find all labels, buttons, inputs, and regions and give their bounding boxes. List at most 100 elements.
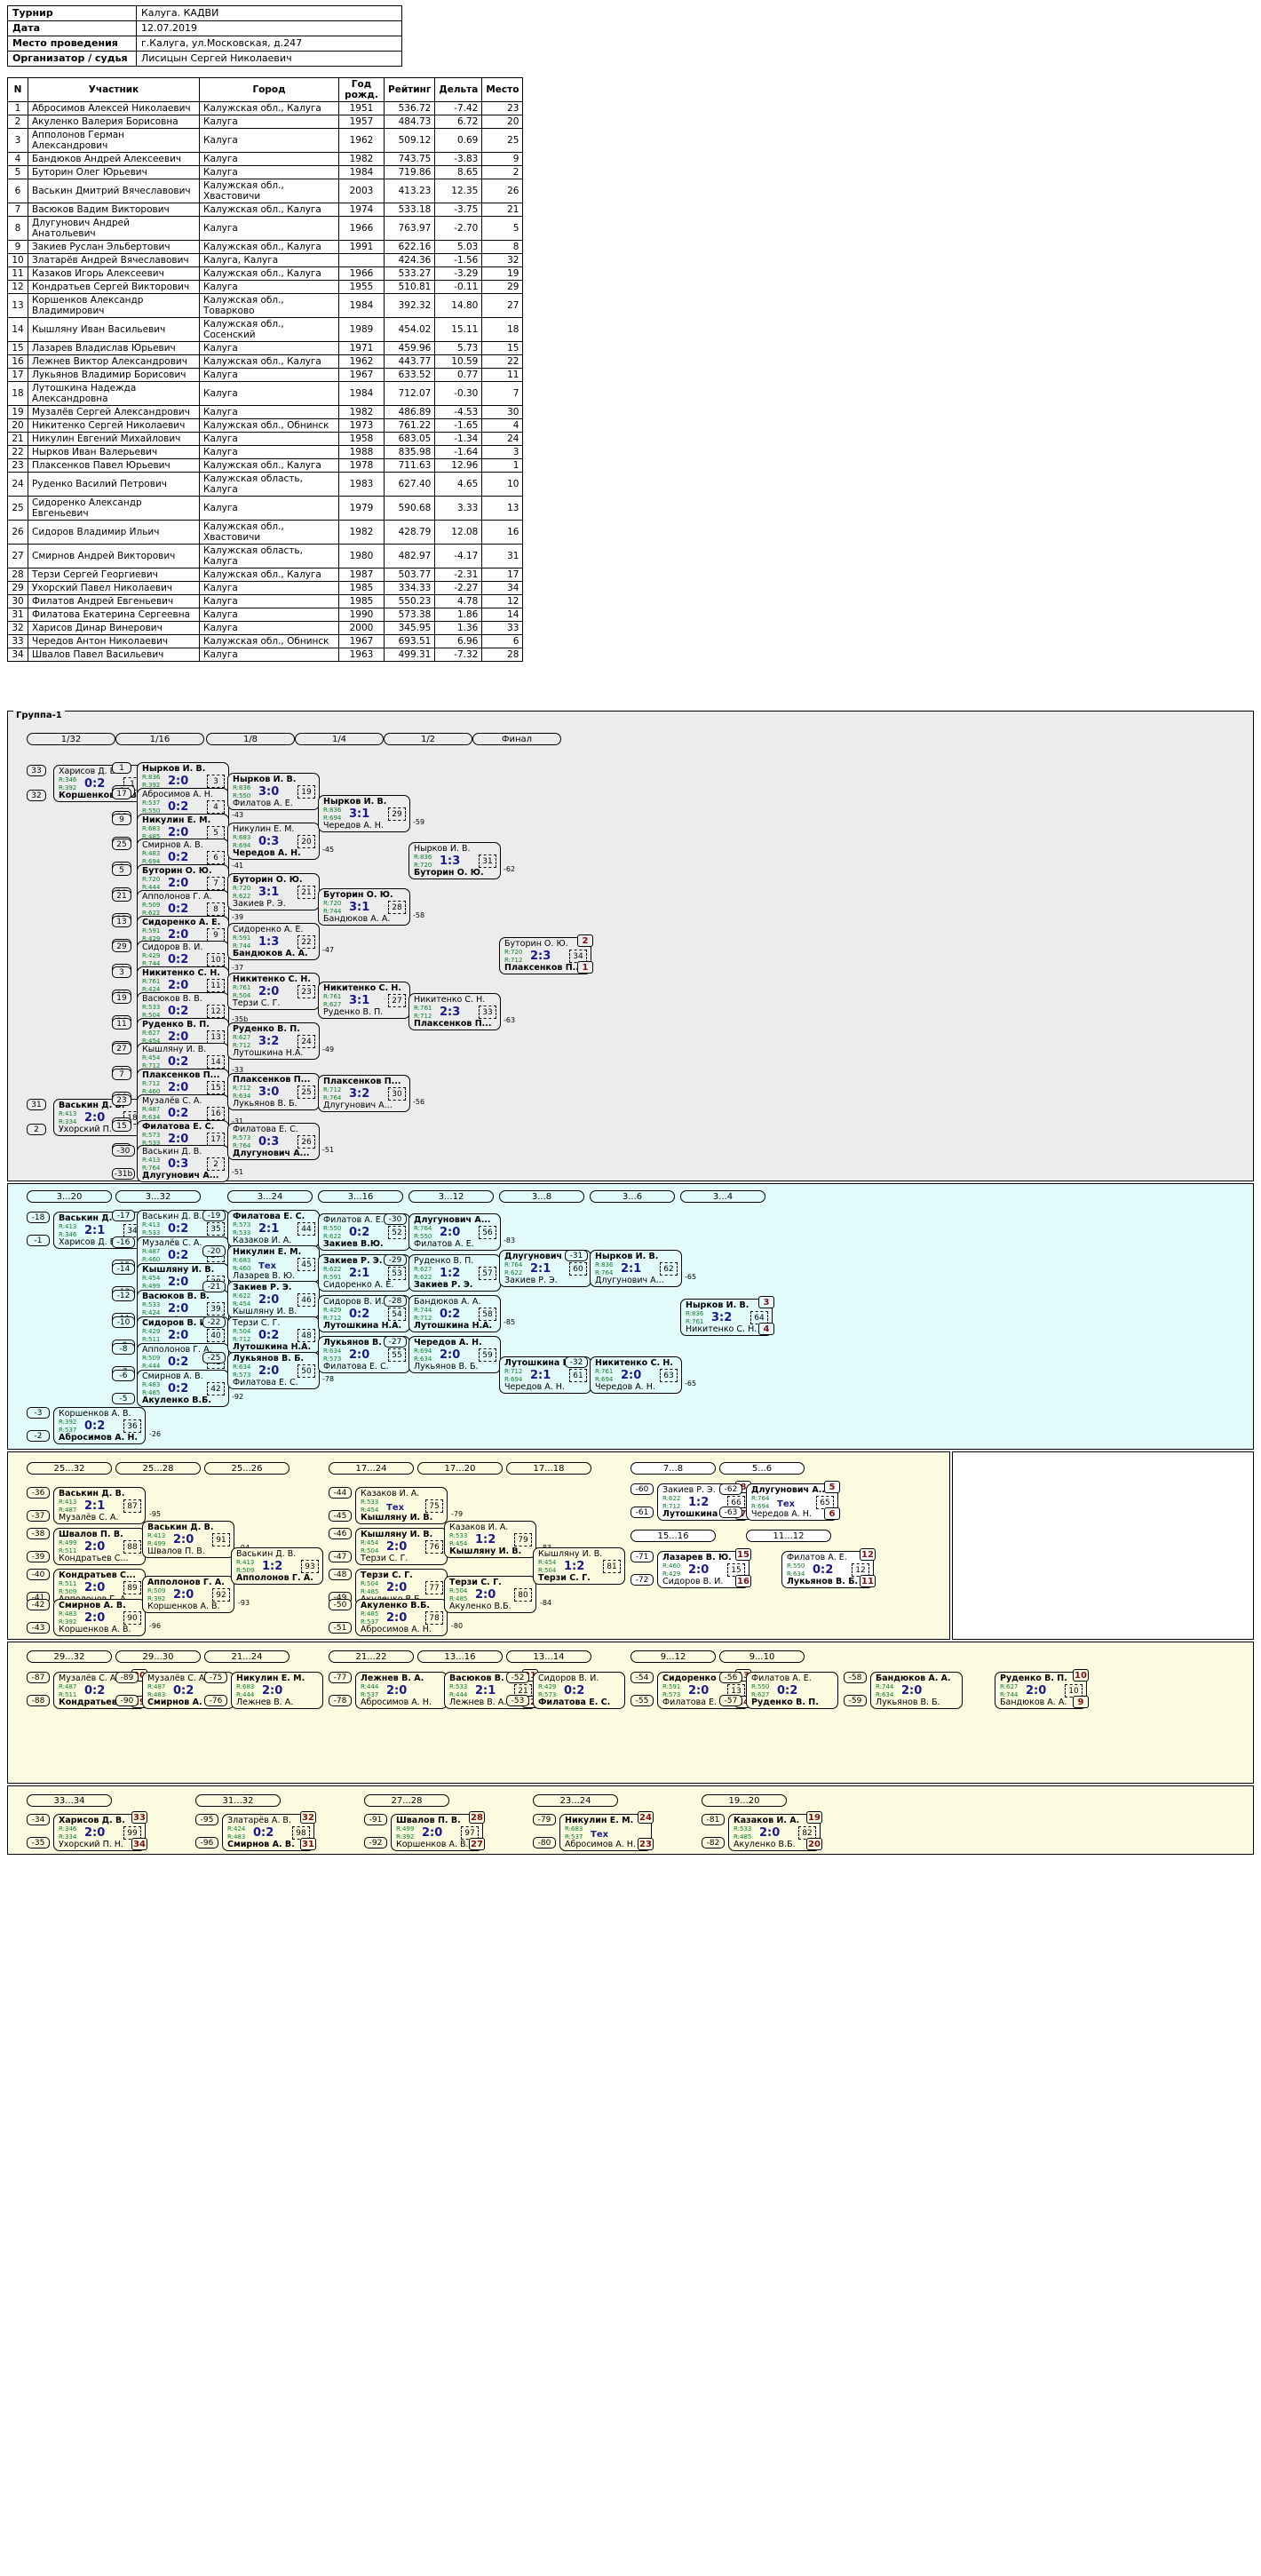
match-card[interactable]: Никулин Е. М. Лазарев В. Ю. R:683 R:460 Тех 4… — [227, 1245, 320, 1283]
match-card[interactable]: Нырков И. В. Буторин О. Ю. R:836 R:720 1:3 31 — [408, 842, 501, 879]
match-card[interactable]: Никитенко С. Н. Чередов А. Н. R:761 R:694 2:… — [590, 1356, 682, 1394]
rating-bottom: R:694 — [323, 815, 342, 822]
match-card[interactable]: Сидоренко А. Е. Бандюков А. А. R:591 R:744 1… — [227, 923, 320, 960]
cell-pl: 15 — [481, 341, 524, 355]
match-card[interactable]: Кышляну И. В. Терзи С. Г. R:454 R:504 2:0 76 — [355, 1528, 448, 1565]
match-card[interactable]: Терзи С. Г. Акуленко В.Б. R:504 R:485 2:0 80 — [444, 1576, 536, 1613]
cell-ct: Калуга — [199, 594, 339, 608]
match-card[interactable]: Апполонов Г. А. Коршенков А. В. R:509 R:392… — [142, 1576, 234, 1613]
seed-box: 15 — [112, 1120, 131, 1132]
match-card[interactable]: Буторин О. Ю. Закиев Р. Э. R:720 R:622 3:1 21 — [227, 873, 320, 910]
match-card[interactable]: Бандюков А. А. Лукьянов В. Б. R:744 R:634 2:… — [870, 1672, 963, 1709]
match-card[interactable]: Никитенко С. Н. Руденко В. П. R:761 R:627 3:… — [318, 982, 410, 1019]
match-card[interactable]: Никулин Е. М. Лежнев В. А. R:683 R:444 2:0 — [231, 1672, 323, 1709]
match-card[interactable]: Никулин Е. М. Чередов А. Н. R:683 R:694 0:3 2… — [227, 823, 320, 860]
match-id: 57 — [479, 1267, 496, 1280]
match-card[interactable]: Чередов А. Н. Лукьянов В. Б. R:694 R:634 2:0… — [408, 1336, 501, 1373]
match-card[interactable]: Филатова Е. С. Длугунович А... R:573 R:764 0… — [227, 1123, 320, 1160]
match-card[interactable]: Филатов А. Е. Руденко В. П. R:550 R:627 0:2 — [746, 1672, 838, 1709]
match-score: Тех — [591, 1830, 609, 1840]
match-card[interactable]: Акуленко В.Б. Абросимов А. Н. R:485 R:537 2:… — [355, 1599, 448, 1636]
match-card[interactable]: Нырков И. В. Длугунович А... R:836 R:764 2:1… — [590, 1250, 682, 1287]
rating-top: R:764 — [504, 1261, 523, 1268]
rating-bottom: R:622 — [414, 1274, 432, 1281]
rating-top: R:533 — [449, 1683, 468, 1690]
rating-bottom: R:504 — [538, 1567, 557, 1574]
match-card[interactable]: Васькин Д. В. Швалов П. В. R:413 R:499 2:0 91 — [142, 1521, 234, 1558]
cell-ct: Калуга — [199, 405, 339, 419]
seed-box: -60 — [630, 1483, 654, 1495]
info-row: Организатор / судья Лисицын Сергей Никол… — [7, 51, 402, 67]
match-id: 78 — [425, 1611, 443, 1625]
cell-dl: 4.65 — [434, 472, 483, 497]
cell-dl: 12.08 — [434, 520, 483, 545]
match-card[interactable]: Плаксенков П... Длугунович А... R:712 R:764… — [318, 1075, 410, 1112]
match-card[interactable]: Лукьянов В. Б. Филатова Е. С. R:634 R:573 2:… — [227, 1352, 320, 1389]
match-card[interactable]: Смирнов А. В. Коршенков А. В. R:483 R:392 2:… — [53, 1599, 146, 1636]
match-card[interactable]: Лежнев В. А. Абросимов А. Н. R:444 R:537 2:0 — [355, 1672, 448, 1709]
match-card[interactable]: Казаков И. А. Кышляну И. В. R:533 R:454 1:2 7… — [444, 1521, 536, 1558]
match-card[interactable]: Нырков И. В. Филатов А. Е. R:836 R:550 3:0 19 — [227, 773, 320, 810]
match-card[interactable]: Смирнов А. В. Акуленко В.Б. R:483 R:485 0:2 4… — [137, 1370, 229, 1407]
match-id: 89 — [123, 1581, 141, 1594]
match-player-bottom: Руденко В. П. — [323, 1007, 384, 1017]
cell-pl: 11 — [481, 368, 524, 382]
cell-pl: 16 — [481, 520, 524, 545]
match-card[interactable]: Васькин Д. В. Музалёв С. А. R:413 R:487 2:1 8… — [53, 1487, 146, 1524]
place-badge: 1 — [577, 961, 593, 974]
match-id: 44 — [297, 1222, 315, 1236]
match-player-top: Никулин Е. М. — [565, 1816, 634, 1825]
rating-bottom: R:634 — [233, 1093, 251, 1100]
match-score: 3:0 — [258, 785, 280, 799]
match-card[interactable]: Закиев Р. Э. Кышляну И. В. R:622 R:454 2:0 46 — [227, 1281, 320, 1318]
match-card[interactable]: Коршенков А. В. Абросимов А. Н. R:392 R:537… — [53, 1407, 146, 1444]
seed-box: -27 — [384, 1336, 407, 1348]
match-link-number: -84 — [540, 1599, 552, 1607]
table-row: 19 Музалёв Сергей Александрович Калуга 1982… — [7, 405, 524, 419]
match-card[interactable]: Терзи С. Г. Лутошкина Н.А. R:504 R:712 0:2 48 — [227, 1316, 320, 1354]
match-card[interactable]: Швалов П. В. Кондратьев С... R:499 R:511 2:0… — [53, 1528, 146, 1565]
match-card[interactable]: Васькин Д. В. Апполонов Г. А. R:413 R:509 1:… — [231, 1547, 323, 1585]
match-card[interactable]: Длугунович А... Филатов А. Е. R:764 R:550 2:… — [408, 1213, 501, 1251]
place-badge: 16 — [735, 1575, 751, 1587]
place-badge: 33 — [131, 1811, 147, 1824]
match-link-number: -96 — [149, 1622, 162, 1630]
match-player-top: Харисов Д. В. — [59, 767, 119, 776]
cell-nm: Кондратьев Сергей Викторович — [28, 280, 200, 294]
seed-box: -28 — [384, 1295, 407, 1307]
match-player-top: Терзи С. Г. — [449, 1578, 502, 1587]
match-player-bottom: Чередов А. Н. — [504, 1382, 565, 1392]
match-card[interactable]: Нырков И. В. Чередов А. Н. R:836 R:694 3:1 29 — [318, 795, 410, 832]
match-score: 1:3 — [440, 855, 461, 868]
match-card[interactable]: Никитенко С. Н. Терзи С. Г. R:761 R:504 2:0 2… — [227, 973, 320, 1010]
match-card[interactable]: Васькин Д. В. Ухорский П. Н. R:413 R:334 2:0… — [53, 1099, 146, 1136]
match-player-top: Филатов А. Е. — [787, 1553, 847, 1562]
table-row: 7 Васюков Вадим Викторович Калужская обл.,… — [7, 203, 524, 217]
match-player-top: Плаксенков П... — [323, 1077, 401, 1086]
cell-n: 13 — [7, 293, 28, 318]
match-card[interactable]: Руденко В. П. Лутошкина Н.А. R:627 R:712 3:2… — [227, 1022, 320, 1060]
col-delta: Дельта — [434, 77, 483, 102]
match-player-top: Буторин О. Ю. — [233, 875, 303, 885]
match-card[interactable]: Казаков И. А. Кышляну И. В. R:533 R:454 Тех 7… — [355, 1487, 448, 1524]
match-card[interactable]: Буторин О. Ю. Бандюков А. А. R:720 R:744 3:1… — [318, 888, 410, 926]
match-player-top: Апполонов Г. А. — [142, 1345, 212, 1355]
cell-nm: Буторин Олег Юрьевич — [28, 165, 200, 179]
match-id: 25 — [297, 1085, 315, 1099]
match-card[interactable]: Плаксенков П... Лукьянов В. Б. R:712 R:634 3… — [227, 1073, 320, 1110]
place-badge: 28 — [469, 1811, 485, 1824]
match-score: 2:0 — [168, 928, 189, 942]
match-card[interactable]: Кышляну И. В. Терзи С. Г. R:454 R:504 1:2 81 — [533, 1547, 625, 1585]
match-card[interactable]: Бандюков А. А. Лутошкина Н.А. R:744 R:712 0:… — [408, 1295, 501, 1332]
match-card[interactable]: Никитенко С. Н. Плаксенков П... R:761 R:712… — [408, 993, 501, 1030]
match-player-top: Чередов А. Н. — [414, 1338, 482, 1348]
match-card[interactable]: Руденко В. П. Закиев Р. Э. R:627 R:622 1:2 57 — [408, 1254, 501, 1292]
match-card[interactable]: Сидоров В. И. Филатова Е. С. R:429 R:573 0:2 — [533, 1672, 625, 1709]
rating-bottom: R:764 — [323, 1094, 342, 1101]
cell-rt: 499.31 — [383, 648, 436, 662]
match-card[interactable]: Филатова Е. С. Казаков И. А. R:573 R:533 2:1… — [227, 1210, 320, 1247]
cell-ct: Калужская обл., Обнинск — [199, 418, 339, 433]
rating-bottom: R:485 — [361, 1588, 379, 1595]
match-player-bottom: Бандюков А. А. — [233, 949, 308, 958]
match-card[interactable]: Васькин Д. В. Длугунович А... R:413 R:764 0:… — [137, 1145, 229, 1182]
